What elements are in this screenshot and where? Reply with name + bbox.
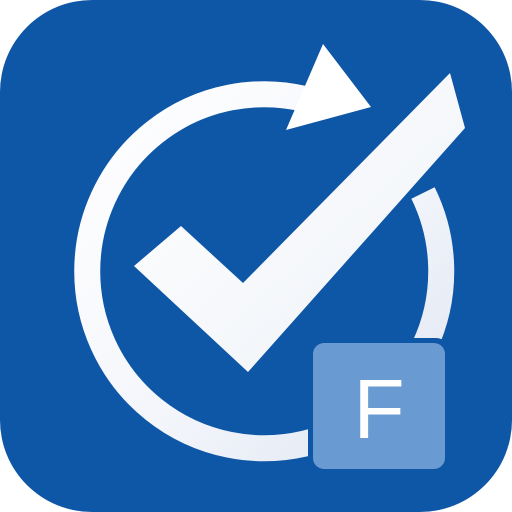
app-icon-graphic: F bbox=[0, 0, 512, 512]
f-badge: F bbox=[308, 338, 450, 474]
badge-letter: F bbox=[353, 362, 404, 456]
app-icon[interactable]: F bbox=[0, 0, 512, 512]
